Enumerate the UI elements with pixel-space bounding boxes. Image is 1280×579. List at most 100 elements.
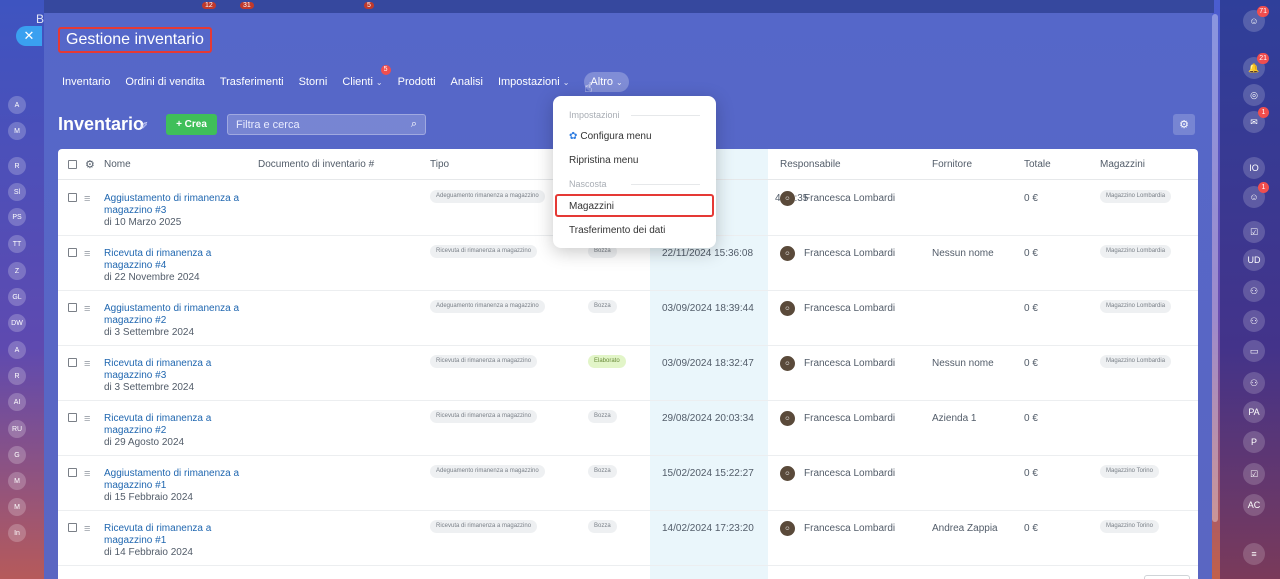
document-link[interactable]: Aggiustamento di rimanenza a magazzino #… xyxy=(104,193,254,217)
group-icon[interactable]: ⚇ xyxy=(1243,310,1265,332)
gear-icon: ⚙ xyxy=(1179,119,1189,131)
contact-avatar[interactable]: IO xyxy=(1243,157,1265,179)
drag-handle-icon[interactable]: ≡ xyxy=(84,523,90,535)
nav-tab-clienti[interactable]: Clienti ⌄ 5 xyxy=(342,65,391,92)
dropdown-item-data-transfer[interactable]: Trasferimento dei dati xyxy=(569,225,665,236)
close-panel-button[interactable]: ✕ xyxy=(16,26,42,46)
group-icon[interactable]: ⚇ xyxy=(1243,372,1265,394)
nav-tab-impostazioni[interactable]: Impostazioni ⌄ xyxy=(498,72,569,92)
header-type[interactable]: Tipo xyxy=(430,159,449,170)
datetime-cell: 29/08/2024 20:03:34 xyxy=(662,413,754,424)
dropdown-item-reset[interactable]: Ripristina menu xyxy=(569,155,638,166)
document-date: di 3 Settembre 2024 xyxy=(104,382,195,393)
supplier-cell: Azienda 1 xyxy=(932,413,977,424)
nav-tab-storni[interactable]: Storni xyxy=(299,72,328,92)
header-total[interactable]: Totale xyxy=(1024,159,1051,170)
settings-gear-button[interactable]: ⚙ xyxy=(1173,114,1195,135)
header-doc-number[interactable]: Documento di inventario # xyxy=(258,159,374,170)
nav-tab-ordini-di-vendita[interactable]: Ordini di vendita xyxy=(125,72,205,92)
document-date: di 15 Febbraio 2024 xyxy=(104,492,193,503)
swirl-icon[interactable]: ◎ xyxy=(1243,84,1265,106)
warehouse-tag: Magazzino Lombardia xyxy=(1100,300,1172,313)
drag-handle-icon[interactable]: ≡ xyxy=(84,468,90,480)
responsible-link[interactable]: Francesca Lombardi xyxy=(804,523,895,534)
responsible-link[interactable]: Francesca Lombardi xyxy=(804,468,895,479)
contact-avatar[interactable]: AC xyxy=(1243,494,1265,516)
scrollbar[interactable] xyxy=(1212,14,1218,522)
check-icon[interactable]: ☑ xyxy=(1243,221,1265,243)
gear-icon: ✿ xyxy=(569,131,578,142)
avatar-icon[interactable]: ☺ 1 xyxy=(1243,182,1269,208)
drag-handle-icon[interactable]: ≡ xyxy=(84,358,90,370)
table-row[interactable]: ≡ Ricevuta di rimanenza a magazzino #3 di … xyxy=(58,346,1198,401)
bell-icon[interactable]: 🔔 21 xyxy=(1243,53,1269,79)
row-checkbox[interactable] xyxy=(68,523,77,532)
header-responsible[interactable]: Responsabile xyxy=(780,159,841,170)
column-settings-gear-icon[interactable]: ⚙ xyxy=(85,158,95,171)
total-cell: 0 € xyxy=(1024,468,1038,479)
table-row[interactable]: ≡ Ricevuta di rimanenza a magazzino #1 di … xyxy=(58,511,1198,566)
document-link[interactable]: Aggiustamento di rimanenza a magazzino #… xyxy=(104,303,254,327)
responsible-link[interactable]: Francesca Lombardi xyxy=(804,303,895,314)
background-sidebar-avatar: Z xyxy=(8,262,26,280)
background-notification-badge: 31 xyxy=(240,2,254,9)
nav-tab-trasferimenti[interactable]: Trasferimenti xyxy=(220,72,284,92)
dropdown-item-configure[interactable]: ✿ Configura menu xyxy=(569,131,652,142)
row-checkbox[interactable] xyxy=(68,303,77,312)
create-button[interactable]: + Crea xyxy=(166,114,217,135)
datetime-cell: 22/11/2024 15:36:08 xyxy=(662,248,754,259)
document-link[interactable]: Ricevuta di rimanenza a magazzino #4 xyxy=(104,248,254,272)
right-sidebar: ☺ 71 🔔 21 ◎ ✉ 1 IO ☺ 1 ☑ UD ⚇ ⚇ ▭ ⚇ PA P ☑ AC ≡ xyxy=(1220,0,1280,579)
contact-avatar[interactable]: UD xyxy=(1243,249,1265,271)
mouse-cursor-icon: ☝ xyxy=(584,79,593,95)
chat-icon[interactable]: ✉ 1 xyxy=(1243,107,1269,133)
row-checkbox[interactable] xyxy=(68,468,77,477)
background-left-sidebar: A M R Sl PS TT Z GL DW A R AI RU G M M In B xyxy=(0,0,44,579)
contact-avatar[interactable]: PA xyxy=(1243,401,1265,423)
total-cell: 0 € xyxy=(1024,413,1038,424)
table-row[interactable]: ≡ Aggiustamento di rimanenza a magazzino … xyxy=(58,456,1198,511)
drag-handle-icon[interactable]: ≡ xyxy=(84,193,90,205)
datetime-cell: 14/02/2024 17:23:20 xyxy=(662,523,754,534)
pagination-button[interactable] xyxy=(1144,575,1190,579)
drag-handle-icon[interactable]: ≡ xyxy=(84,303,90,315)
check-icon[interactable]: ☑ xyxy=(1243,463,1265,485)
contact-avatar[interactable]: P xyxy=(1243,431,1265,453)
search-input[interactable]: Filtra e cerca ⌕ xyxy=(227,114,426,135)
nav-tab-inventario[interactable]: Inventario xyxy=(62,72,110,92)
drag-handle-icon[interactable]: ≡ xyxy=(84,413,90,425)
row-checkbox[interactable] xyxy=(68,413,77,422)
table-row[interactable]: ≡ Aggiustamento di rimanenza a magazzino … xyxy=(58,291,1198,346)
responsible-link[interactable]: Francesca Lombardi xyxy=(804,413,895,424)
nav-tab-prodotti[interactable]: Prodotti xyxy=(398,72,436,92)
select-all-checkbox[interactable] xyxy=(68,160,77,169)
drag-handle-icon[interactable]: ≡ xyxy=(84,248,90,260)
header-supplier[interactable]: Fornitore xyxy=(932,159,972,170)
background-sidebar-avatar: DW xyxy=(8,314,26,332)
document-link[interactable]: Ricevuta di rimanenza a magazzino #3 xyxy=(104,358,254,382)
group-icon[interactable]: ⚇ xyxy=(1243,280,1265,302)
responsible-link[interactable]: Francesca Lombardi xyxy=(804,193,895,204)
status-badge: Bozza xyxy=(588,300,617,313)
document-date: di 22 Novembre 2024 xyxy=(104,272,200,283)
document-link[interactable]: Ricevuta di rimanenza a magazzino #2 xyxy=(104,413,254,437)
document-link[interactable]: Ricevuta di rimanenza a magazzino #1 xyxy=(104,523,254,547)
warehouse-tag: Magazzino Lombardia xyxy=(1100,355,1172,368)
background-sidebar-avatar: TT xyxy=(8,235,26,253)
row-checkbox[interactable] xyxy=(68,248,77,257)
document-link[interactable]: Aggiustamento di rimanenza a magazzino #… xyxy=(104,468,254,492)
responsible-link[interactable]: Francesca Lombardi xyxy=(804,358,895,369)
menu-icon[interactable]: ≡ xyxy=(1243,543,1265,565)
header-warehouses[interactable]: Magazzini xyxy=(1100,159,1145,170)
responsible-link[interactable]: Francesca Lombardi xyxy=(804,248,895,259)
background-sidebar-avatar: M xyxy=(8,122,26,140)
header-name[interactable]: Nome xyxy=(104,159,131,170)
row-checkbox[interactable] xyxy=(68,358,77,367)
table-row[interactable]: ≡ Ricevuta di rimanenza a magazzino #2 di … xyxy=(58,401,1198,456)
pin-icon[interactable]: ✐ xyxy=(140,121,148,132)
avatar-icon[interactable]: ☺ 71 xyxy=(1243,6,1269,32)
nav-tab-analisi[interactable]: Analisi xyxy=(451,72,483,92)
row-checkbox[interactable] xyxy=(68,193,77,202)
dropdown-item-warehouses[interactable]: Magazzini xyxy=(569,201,614,212)
chat-bubble-icon[interactable]: ▭ xyxy=(1243,340,1265,362)
